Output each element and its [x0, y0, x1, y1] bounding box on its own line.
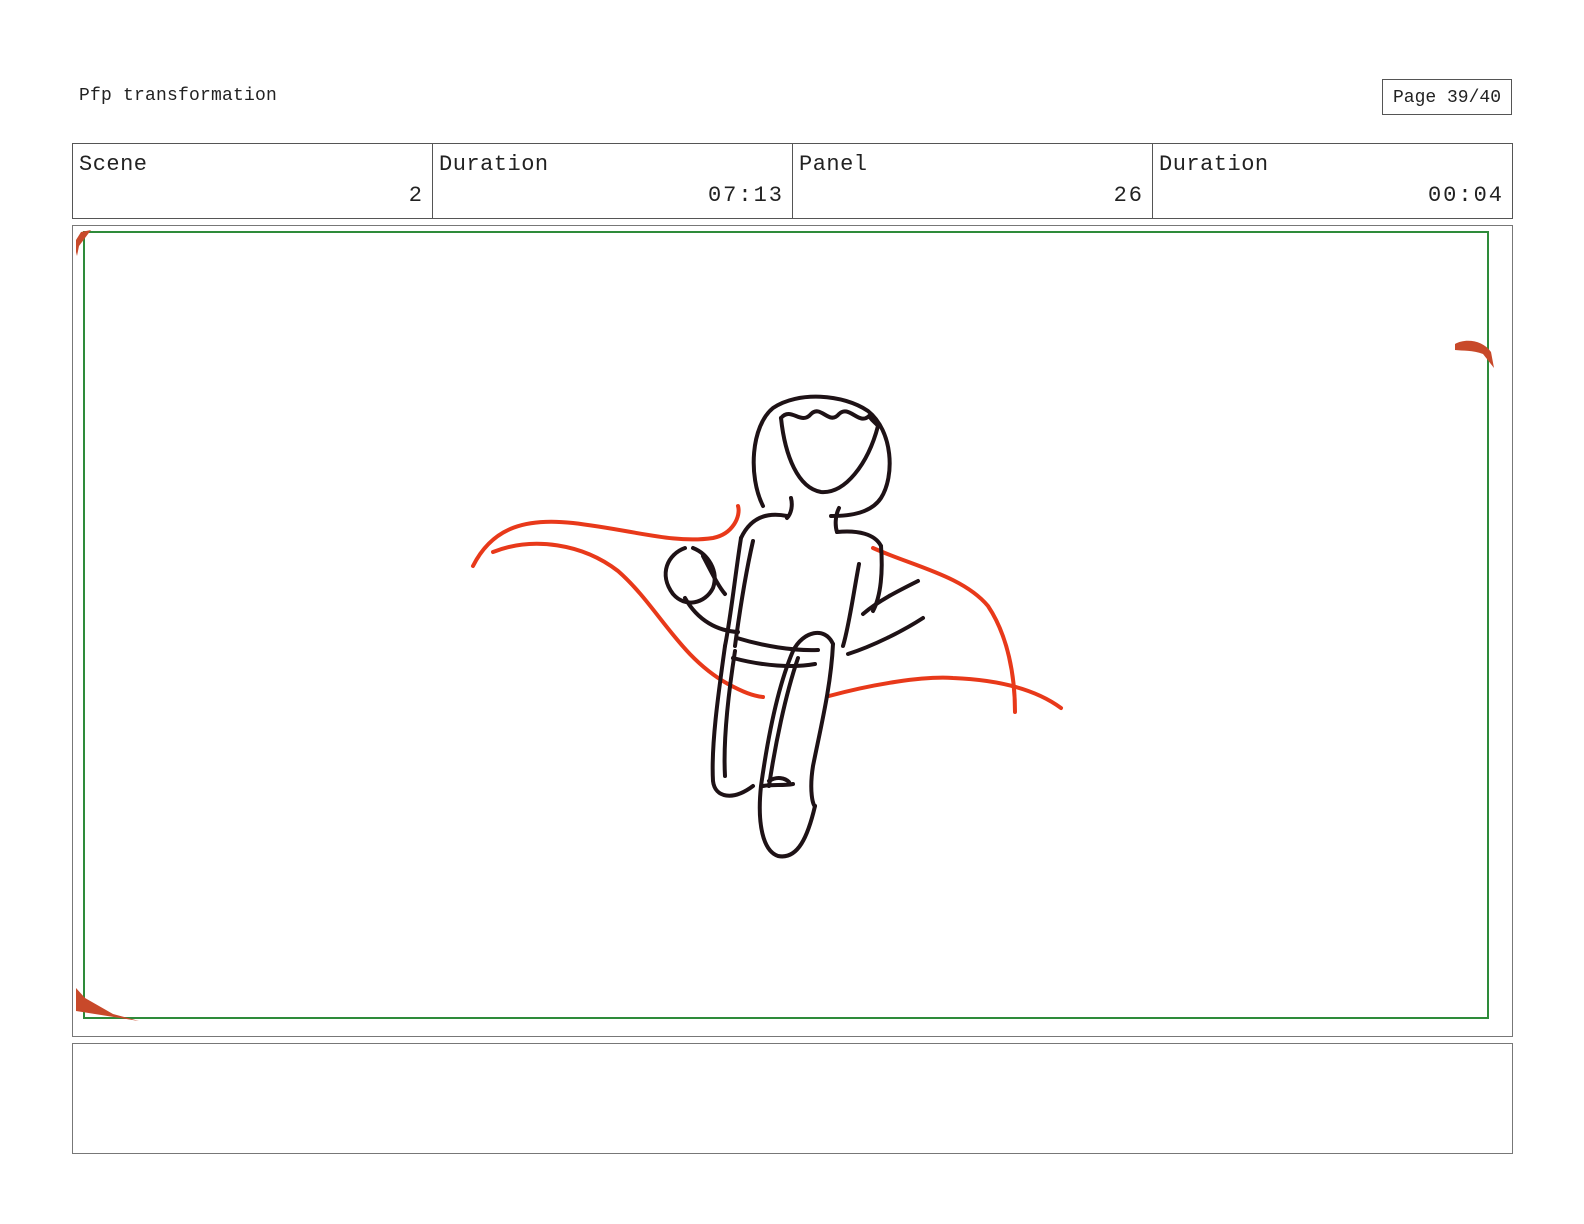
scene-value: 2 [408, 183, 424, 208]
scene-duration-cell: Duration 07:13 [433, 144, 793, 218]
corner-marks [76, 230, 1494, 1021]
corner-mark-bottom-left [76, 988, 139, 1021]
belt-top [735, 636, 820, 653]
panel-label: Panel [799, 152, 868, 177]
panel-value: 26 [1113, 183, 1144, 208]
scene-duration-label: Duration [439, 152, 549, 177]
panel-info-table: Scene 2 Duration 07:13 Panel 26 Duration… [72, 143, 1513, 219]
left-leg-inner [722, 649, 737, 778]
neck-right [833, 506, 841, 534]
cape-right-stroke [871, 546, 1017, 714]
torso-right-side [841, 562, 861, 648]
cape-upper-left-stroke [471, 504, 741, 568]
sketch-drawing [76, 230, 1494, 1021]
left-shoulder [739, 512, 789, 540]
document-title: Pfp transformation [79, 86, 278, 106]
cape-bottom-right-stroke [827, 675, 1063, 710]
foot-mark [761, 782, 795, 788]
hair-line [779, 409, 880, 428]
panel-cell: Panel 26 [793, 144, 1153, 218]
page-number: Page 39/40 [1382, 79, 1512, 115]
panel-duration-cell: Duration 00:04 [1153, 144, 1512, 218]
character-sketch [663, 394, 925, 859]
knee-mark [767, 776, 791, 784]
cape-sketch [471, 504, 1063, 714]
storyboard-frame [72, 225, 1513, 1037]
panel-duration-value: 00:04 [1427, 183, 1504, 208]
safe-frame-rect [83, 231, 1489, 1019]
belt-bottom [731, 656, 817, 668]
left-hand [663, 546, 717, 605]
right-arm-upper [861, 579, 920, 616]
right-arm-lower [846, 616, 925, 656]
scene-cell: Scene 2 [73, 144, 433, 218]
face-outline [779, 416, 880, 495]
scene-duration-value: 07:13 [707, 183, 784, 208]
right-leg-front [809, 642, 835, 808]
notes-box [72, 1043, 1513, 1154]
scene-label: Scene [79, 152, 148, 177]
panel-duration-label: Duration [1159, 152, 1269, 177]
right-shoulder [835, 529, 883, 548]
